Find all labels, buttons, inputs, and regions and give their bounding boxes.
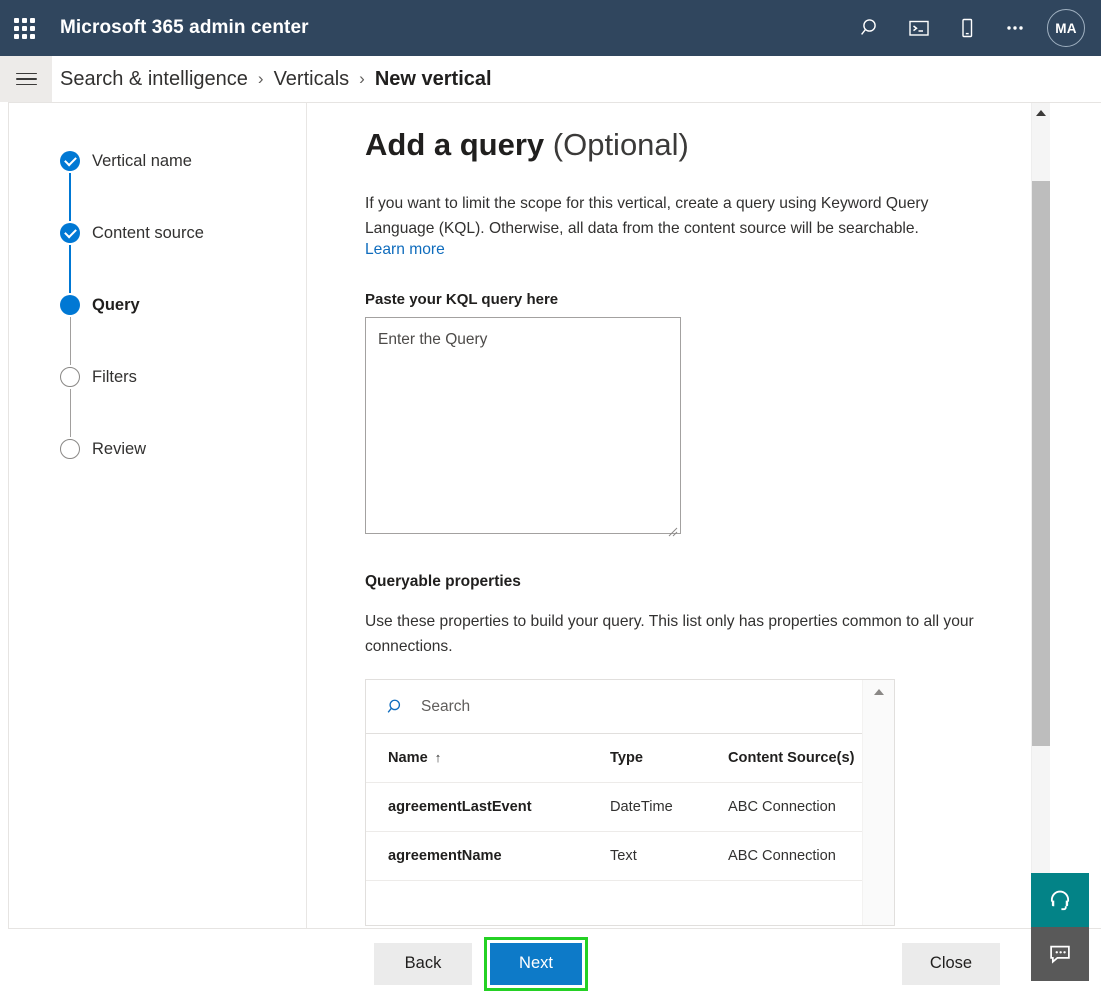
app-launcher-waffle-icon[interactable] <box>0 0 48 56</box>
step-connector <box>69 389 71 437</box>
breadcrumb-item-verticals[interactable]: Verticals <box>274 68 350 91</box>
scroll-up-arrow-icon[interactable] <box>1036 110 1046 116</box>
wizard-step-label: Vertical name <box>92 152 192 170</box>
step-connector <box>69 317 71 365</box>
mobile-icon[interactable] <box>943 4 991 52</box>
cell-property-name: agreementLastEvent <box>366 782 588 832</box>
floating-action-stack <box>1031 873 1089 981</box>
step-complete-check-icon <box>60 151 80 171</box>
page-scrollbar-thumb[interactable] <box>1032 181 1050 746</box>
properties-list-scrollbar[interactable] <box>862 680 894 925</box>
wizard-step-query[interactable]: Query <box>9 295 306 367</box>
column-header-name-label: Name <box>388 750 428 766</box>
queryable-properties-description: Use these properties to build your query… <box>365 613 974 655</box>
step-complete-check-icon <box>60 223 80 243</box>
suite-header-bar: Microsoft 365 admin center MA <box>0 0 1101 56</box>
step-pending-circle-icon <box>60 439 80 459</box>
column-header-name[interactable]: Name ↑ <box>366 734 588 783</box>
wizard-step-review[interactable]: Review <box>9 439 306 479</box>
learn-more-link[interactable]: Learn more <box>365 241 445 258</box>
page-description: If you want to limit the scope for this … <box>365 195 929 237</box>
page-title-optional: (Optional) <box>544 127 689 162</box>
scroll-up-arrow-icon[interactable] <box>873 689 884 695</box>
feedback-chat-icon <box>1050 945 1070 964</box>
wizard-step-label: Content source <box>92 224 204 242</box>
cell-property-type: DateTime <box>588 782 706 832</box>
wizard-step-label: Query <box>92 296 140 314</box>
next-button-highlight: Next <box>484 936 588 991</box>
search-input[interactable] <box>419 696 799 717</box>
step-active-dot-icon <box>60 295 80 315</box>
breadcrumb-item-search-intelligence[interactable]: Search & intelligence <box>60 68 248 91</box>
hamburger-lines <box>15 69 37 90</box>
step-connector <box>69 173 71 221</box>
main-content: Add a query (Optional) If you want to li… <box>307 103 1050 929</box>
wizard-step-rail: Vertical name Content source Query Filte… <box>9 103 307 929</box>
table-header-row: Name ↑ Type Content Source(s) <box>366 734 863 783</box>
more-icon[interactable] <box>991 4 1039 52</box>
suite-actions: MA <box>847 4 1101 52</box>
close-button[interactable]: Close <box>902 942 1000 985</box>
suite-title: Microsoft 365 admin center <box>60 17 309 38</box>
page-title-strong: Add a query <box>365 127 545 162</box>
hamburger-menu-icon[interactable] <box>0 56 52 102</box>
avatar[interactable]: MA <box>1047 9 1085 47</box>
panel-body: Vertical name Content source Query Filte… <box>9 103 1050 929</box>
page-scrollbar[interactable] <box>1031 103 1050 929</box>
wizard-step-label: Review <box>92 440 147 458</box>
wizard-step-content-source[interactable]: Content source <box>9 223 306 295</box>
kql-query-input[interactable] <box>365 317 681 534</box>
wizard-step-vertical-name[interactable]: Vertical name <box>9 151 306 223</box>
search-icon[interactable] <box>847 4 895 52</box>
sort-ascending-icon: ↑ <box>434 750 442 765</box>
cell-content-source: ABC Connection <box>706 782 863 832</box>
queryable-properties-panel: Name ↑ Type Content Source(s) agreementLa… <box>365 679 895 926</box>
step-pending-circle-icon <box>60 367 80 387</box>
cell-content-source: ABC Connection <box>706 831 863 881</box>
queryable-properties-table: Name ↑ Type Content Source(s) agreementLa… <box>366 734 863 881</box>
console-icon[interactable] <box>895 4 943 52</box>
breadcrumb-bar: Search & intelligence › Verticals › New … <box>0 56 1101 102</box>
queryable-properties-heading: Queryable properties <box>365 573 521 590</box>
breadcrumb-item-new-vertical: New vertical <box>374 67 492 90</box>
headset-icon <box>1050 890 1070 911</box>
step-connector <box>69 245 71 293</box>
wizard-footer: Back Next Close <box>8 928 1101 998</box>
page-title: Add a query (Optional) <box>365 125 1050 165</box>
breadcrumb-separator-icon: › <box>257 69 264 88</box>
table-row[interactable]: agreementLastEvent DateTime ABC Connecti… <box>366 782 863 832</box>
search-icon <box>387 699 401 713</box>
back-button[interactable]: Back <box>374 942 472 985</box>
feedback-button[interactable] <box>1031 927 1089 981</box>
next-button[interactable]: Next <box>490 942 582 985</box>
wizard-panel: Vertical name Content source Query Filte… <box>8 102 1101 998</box>
wizard-step-label: Filters <box>92 368 137 386</box>
cell-property-name: agreementName <box>366 831 588 881</box>
column-header-type[interactable]: Type <box>588 734 706 783</box>
table-row[interactable]: agreementName Text ABC Connection <box>366 831 863 881</box>
column-header-content-sources[interactable]: Content Source(s) <box>706 734 863 783</box>
support-button[interactable] <box>1031 873 1089 927</box>
breadcrumb-separator-icon: › <box>359 69 365 88</box>
wizard-step-filters[interactable]: Filters <box>9 367 306 439</box>
properties-search-row <box>366 680 863 734</box>
kql-field-label: Paste your KQL query here <box>365 291 559 308</box>
cell-property-type: Text <box>588 831 706 881</box>
breadcrumb: Search & intelligence › Verticals › New … <box>60 68 492 91</box>
waffle-dots <box>13 17 35 39</box>
